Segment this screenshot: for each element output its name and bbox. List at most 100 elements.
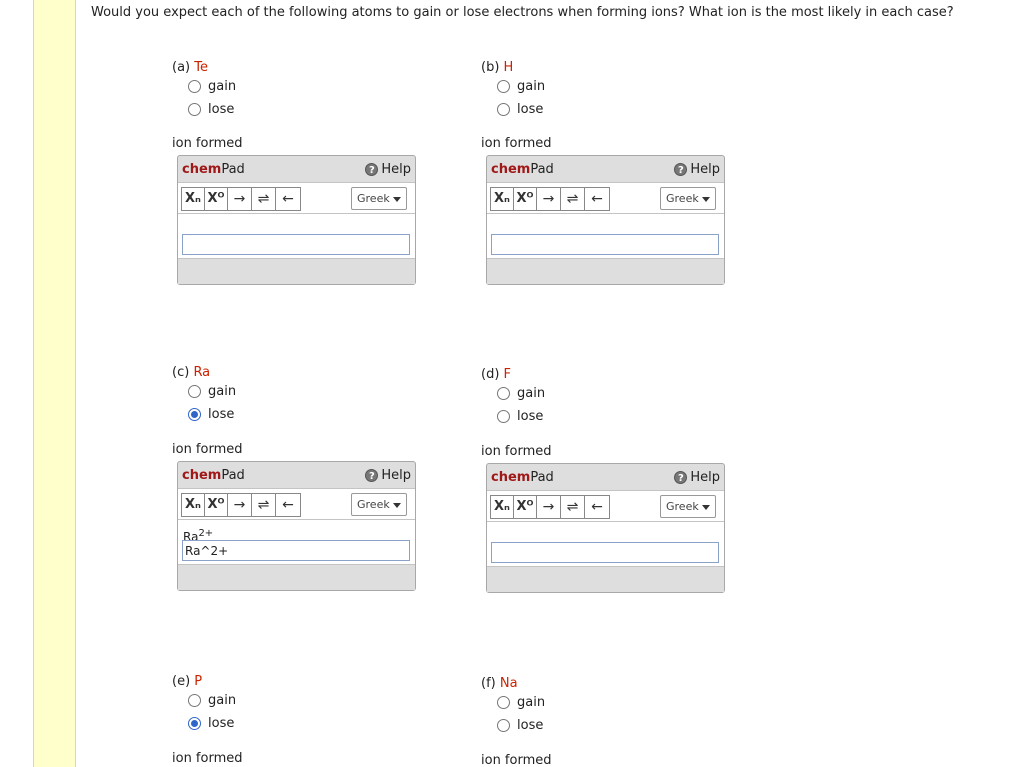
part-label: (a) Te [172,60,432,75]
chempad-toolbar: Xₙ Xᴼ → ⇌ ← Greek [178,183,415,214]
gain-radio[interactable] [497,80,510,93]
part-letter: (e) [172,674,195,689]
chempad-body [487,214,724,259]
superscript-button[interactable]: Xᴼ [205,494,228,516]
lose-radio[interactable] [497,719,510,732]
element-symbol: F [503,367,512,382]
help-button[interactable]: ? Help [365,162,411,177]
gain-label: gain [208,79,237,94]
lose-radio[interactable] [188,103,201,116]
help-button[interactable]: ? Help [365,468,411,483]
arrow-right-button[interactable]: → [228,188,252,210]
greek-dropdown[interactable]: Greek [351,493,407,516]
ion-formed-label: ion formed [481,753,552,767]
element-symbol: P [194,674,203,689]
chevron-down-icon [701,196,710,202]
lose-radio[interactable] [497,103,510,116]
chempad-title-bold: chem [182,162,222,177]
tool-group: Xₙ Xᴼ → ⇌ ← [181,187,301,211]
lose-option[interactable]: lose [481,98,741,121]
gain-radio[interactable] [188,80,201,93]
lose-radio[interactable] [188,717,201,730]
chempad-body [487,522,724,567]
chempad-f: chemPad ? Help Xₙ Xᴼ → ⇌ ← Greek [486,463,725,593]
help-button[interactable]: ? Help [674,470,720,485]
superscript-button[interactable]: Xᴼ [205,188,228,210]
greek-dropdown[interactable]: Greek [660,187,716,210]
subscript-button[interactable]: Xₙ [182,188,205,210]
chempad-footer [487,259,724,284]
gain-radio[interactable] [188,694,201,707]
arrow-left-button[interactable]: ← [585,188,609,210]
part-label: (d) F [481,367,741,382]
lose-option[interactable]: lose [172,98,432,121]
gain-option[interactable]: gain [481,691,741,714]
help-icon: ? [365,469,379,482]
ion-formed-label: ion formed [481,136,552,151]
ion-formed-label: ion formed [172,751,243,766]
chempad-footer [487,567,724,592]
gain-radio[interactable] [188,385,201,398]
gain-option[interactable]: gain [172,75,432,98]
subscript-button[interactable]: Xₙ [491,188,514,210]
gain-option[interactable]: gain [172,689,432,712]
lose-radio[interactable] [188,408,201,421]
chempad-te: chemPad? Help Xₙ Xᴼ → ⇌ ← Greek [177,155,416,285]
chempad-header: chemPad ? Help [487,464,724,491]
chempad-footer [178,565,415,590]
arrow-right-button[interactable]: → [537,188,561,210]
superscript-button[interactable]: Xᴼ [514,188,537,210]
greek-dropdown[interactable]: Greek [351,187,407,210]
subscript-button[interactable]: Xₙ [182,494,205,516]
ion-answer-input[interactable] [182,540,410,561]
part-letter: (d) [481,367,504,382]
question-part-h: (b) Hgain lose [481,60,741,121]
lose-label: lose [208,716,235,731]
gain-radio[interactable] [497,696,510,709]
help-button[interactable]: ? Help [674,162,720,177]
chevron-down-icon [392,196,401,202]
equilibrium-arrow-button[interactable]: ⇌ [561,496,585,518]
chempad-title-rest: Pad [530,162,554,177]
chempad-title: chemPad [491,162,554,177]
arrow-left-button[interactable]: ← [276,494,300,516]
equilibrium-arrow-button[interactable]: ⇌ [252,188,276,210]
lose-option[interactable]: lose [172,403,432,426]
part-letter: (f) [481,676,500,691]
lose-radio[interactable] [497,410,510,423]
left-margin-bar [33,0,76,767]
arrow-left-button[interactable]: ← [585,496,609,518]
lose-option[interactable]: lose [481,714,741,737]
ion-answer-input[interactable] [182,234,410,255]
gain-label: gain [517,386,546,401]
gain-option[interactable]: gain [481,382,741,405]
tool-group: Xₙ Xᴼ → ⇌ ← [490,187,610,211]
help-icon: ? [674,163,688,176]
arrow-right-button[interactable]: → [228,494,252,516]
lose-option[interactable]: lose [481,405,741,428]
chempad-ra: chemPad? Help Xₙ Xᴼ → ⇌ ← Greek Ra2+ [177,461,416,591]
equilibrium-arrow-button[interactable]: ⇌ [252,494,276,516]
lose-option[interactable]: lose [172,712,432,735]
gain-radio[interactable] [497,387,510,400]
arrow-left-button[interactable]: ← [276,188,300,210]
lose-label: lose [517,718,544,733]
arrow-right-button[interactable]: → [537,496,561,518]
equilibrium-arrow-button[interactable]: ⇌ [561,188,585,210]
help-label: Help [381,162,411,177]
part-letter: (c) [172,365,194,380]
superscript-button[interactable]: Xᴼ [514,496,537,518]
ion-answer-input[interactable] [491,234,719,255]
question-part-p: (e) Pgain lose [172,674,432,735]
subscript-button[interactable]: Xₙ [491,496,514,518]
chempad-body [178,214,415,259]
ion-formed-label: ion formed [481,444,552,459]
ion-formed-label: ion formed [172,442,243,457]
chempad-title: chemPad [491,470,554,485]
ion-answer-input[interactable] [491,542,719,563]
gain-option[interactable]: gain [481,75,741,98]
chempad-toolbar: Xₙ Xᴼ → ⇌ ← Greek [178,489,415,520]
greek-dropdown[interactable]: Greek [660,495,716,518]
help-icon: ? [674,471,688,484]
gain-option[interactable]: gain [172,380,432,403]
